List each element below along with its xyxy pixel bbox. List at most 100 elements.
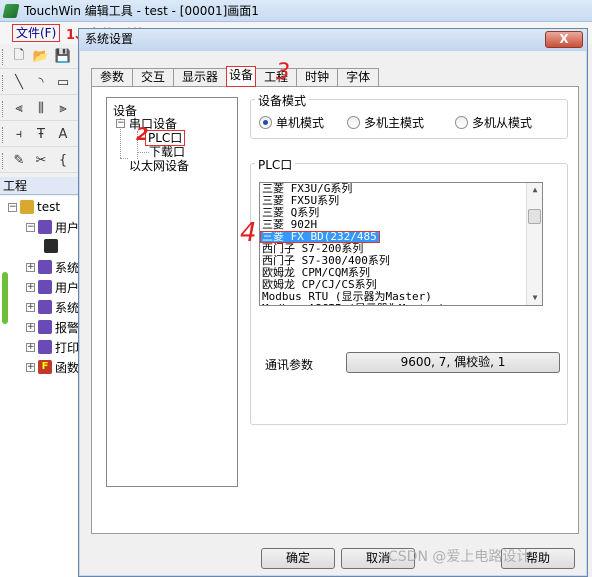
text-tool-icon[interactable]: A (53, 125, 73, 145)
tree-item[interactable]: + 用户 (26, 278, 79, 296)
tree-item-label: 用户 (55, 280, 80, 295)
tree-item-label: 函数 (55, 360, 80, 375)
toolbar-align: ⫷ ⫼ ⫸ (0, 97, 80, 121)
plc-type-item[interactable]: 三菱 Q系列 (260, 207, 542, 219)
tab-font[interactable]: 字体 (337, 68, 380, 87)
new-file-icon[interactable]: 🗋 (9, 47, 29, 67)
radio-label: 单机模式 (276, 116, 325, 130)
text-format-icon[interactable]: Ŧ (31, 125, 51, 145)
expand-icon[interactable]: + (26, 362, 35, 372)
ok-button[interactable]: 确定 (261, 548, 335, 569)
tree-plc-port[interactable]: PLC口 (145, 130, 186, 146)
scroll-up-icon[interactable]: ▲ (527, 183, 542, 197)
expand-icon[interactable]: + (26, 302, 35, 312)
line-tool-icon[interactable]: ╲ (9, 73, 29, 93)
plc-type-item[interactable]: Modbus ASCII (显示器为Master) (260, 303, 542, 305)
expand-icon[interactable]: + (26, 282, 35, 292)
toolbar-file: 🗋 📂 💾 (0, 45, 80, 69)
tree-item[interactable]: − 用户 (26, 218, 79, 236)
comm-params-button[interactable]: 9600, 7, 偶校验, 1 (346, 352, 560, 373)
plc-type-item[interactable]: Modbus RTU (显示器为Master) (260, 291, 542, 303)
expand-icon[interactable]: + (26, 262, 35, 272)
collapse-icon[interactable]: − (8, 202, 17, 212)
plc-type-item[interactable]: 三菱 902H (260, 219, 542, 231)
pencil-icon[interactable]: ✎ (9, 151, 29, 171)
tree-item-label: 系统 (55, 260, 80, 275)
tab-device[interactable]: 设备 (226, 66, 257, 87)
listbox-scrollbar[interactable]: ▲ ▼ (526, 183, 542, 305)
comm-params-label: 通讯参数 (265, 358, 314, 372)
tree-item[interactable] (44, 237, 58, 255)
expand-icon[interactable]: + (26, 342, 35, 352)
tree-item[interactable]: + 打印 (26, 338, 79, 356)
plc-type-item[interactable]: 三菱 FX5U系列 (260, 195, 542, 207)
expand-icon[interactable]: + (26, 322, 35, 332)
tree-ethernet-devices[interactable]: 以太网设备 (129, 159, 189, 173)
watermark: CSDN @爱上电路设计 (388, 549, 531, 565)
tab-display[interactable]: 显示器 (173, 68, 228, 87)
close-button[interactable]: X (545, 31, 583, 48)
tab-clock[interactable]: 时钟 (296, 68, 339, 87)
alarm-icon (38, 320, 52, 334)
plc-type-item[interactable]: 西门子 S7-300/400系列 (260, 255, 542, 267)
tree-root-label: test (37, 200, 61, 214)
project-tree: − test − 用户 + 系统 + 用户 + 系统 + 报警 + 打印 + F… (0, 196, 80, 577)
plc-type-item[interactable]: 欧姆龙 CP/CJ/CS系列 (260, 279, 542, 291)
plc-type-item[interactable]: 三菱 FX3U/G系列 (260, 183, 542, 195)
collapse-icon[interactable]: − (116, 119, 125, 128)
tree-item-label: 用户 (55, 220, 80, 235)
tree-item[interactable]: + 系统 (26, 258, 79, 276)
plc-type-listbox[interactable]: 三菱 FX3U/G系列 三菱 FX5U系列 三菱 Q系列 三菱 902H 三菱 FX B… (259, 182, 543, 306)
tree-item[interactable]: + 系统 (26, 298, 79, 316)
tree-line (120, 158, 128, 159)
annotation-step2: 2 (136, 124, 149, 145)
tab-params[interactable]: 参数 (91, 68, 134, 87)
plc-type-rows: 三菱 FX3U/G系列 三菱 FX5U系列 三菱 Q系列 三菱 902H 三菱 FX B… (260, 183, 542, 305)
dialog-tabs: 参数 交互 显示器 设备 工程 时钟 字体 (91, 66, 380, 87)
menu-file[interactable]: 文件(F) (12, 24, 61, 42)
screens-icon (38, 260, 52, 274)
tree-item-label: 系统 (55, 300, 80, 315)
radio-multi-slave[interactable]: 多机从模式 (455, 114, 532, 131)
plc-type-item[interactable]: 欧姆龙 CPM/CQM系列 (260, 267, 542, 279)
align-left-icon[interactable]: ⫷ (9, 99, 29, 119)
tree-devices[interactable]: 设备 (113, 104, 137, 118)
radio-unchecked-icon[interactable] (347, 116, 360, 129)
device-tab-panel: 设备 − 串口设备 PLC口 下载口 以太网设备 设备模式 单机模式 多机主模式 (91, 86, 579, 534)
tree-root-node[interactable]: − test (8, 198, 60, 216)
scroll-thumb[interactable] (528, 209, 541, 224)
tree-item[interactable]: + F 函数 (26, 358, 79, 376)
toolbar-grip (2, 100, 5, 117)
align-right-icon[interactable]: ⫸ (53, 99, 73, 119)
toolbar-pen: ✎ ✂ { (0, 149, 80, 173)
plc-type-item-selected[interactable]: 三菱 FX BD(232/485) (260, 231, 380, 243)
plc-port-label: PLC口 (255, 156, 296, 173)
align-center-icon[interactable]: ⫼ (31, 99, 51, 119)
radio-multi-master[interactable]: 多机主模式 (347, 114, 424, 131)
toolbar-text: ⫞ Ŧ A (0, 123, 80, 147)
annotation-step3: 3 (276, 60, 290, 85)
screens-icon (38, 220, 52, 234)
scroll-down-icon[interactable]: ▼ (527, 291, 542, 305)
radio-unchecked-icon[interactable] (455, 116, 468, 129)
house-icon (20, 200, 34, 214)
collapse-icon[interactable]: − (26, 222, 35, 232)
toolbar-grip (2, 152, 5, 169)
tab-interaction[interactable]: 交互 (132, 68, 175, 87)
open-folder-icon[interactable]: 📂 (31, 47, 51, 67)
text-align-icon[interactable]: ⫞ (9, 125, 29, 145)
scissors-icon[interactable]: ✂ (31, 151, 51, 171)
brace-icon[interactable]: { (53, 151, 73, 171)
radio-checked-icon[interactable] (259, 116, 272, 129)
tree-item[interactable]: + 报警 (26, 318, 79, 336)
radio-standalone[interactable]: 单机模式 (259, 114, 324, 131)
plc-type-item[interactable]: 西门子 S7-200系列 (260, 243, 542, 255)
panel-scroll-thumb[interactable] (2, 272, 8, 324)
dialog-titlebar: 系统设置 X (79, 29, 587, 51)
rectangle-tool-icon[interactable]: ▭ (53, 73, 73, 93)
save-icon[interactable]: 💾 (53, 47, 73, 67)
arc-tool-icon[interactable]: ◝ (31, 73, 51, 93)
device-tree: 设备 − 串口设备 PLC口 下载口 以太网设备 (106, 97, 238, 487)
tree-download-port[interactable]: 下载口 (149, 145, 185, 159)
project-panel-title: 工程 (0, 177, 80, 195)
